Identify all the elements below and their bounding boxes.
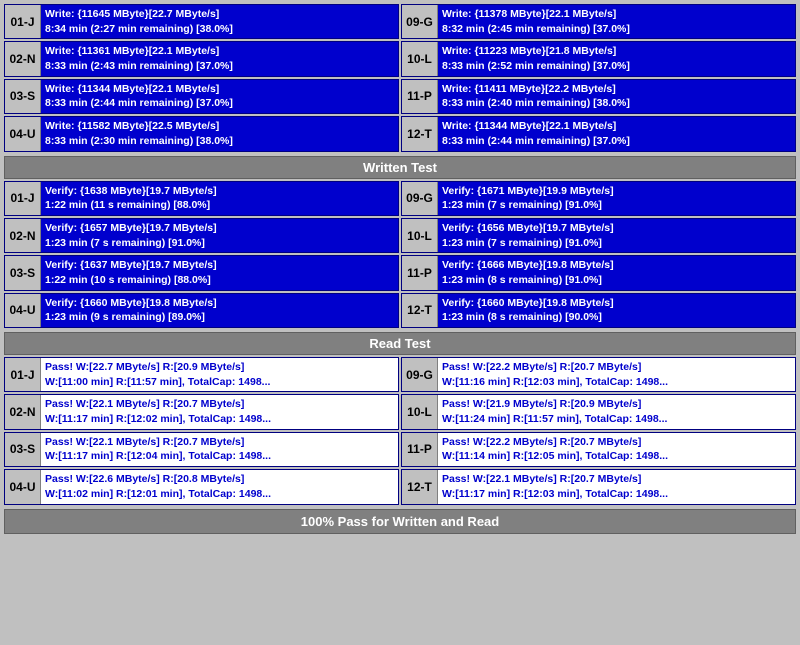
pass-cell-04u: 04-U Pass! W:[22.6 MByte/s] R:[20.8 MByt… (4, 469, 399, 504)
write-grid: 01-J Write: {11645 MByte}[22.7 MByte/s]8… (4, 4, 796, 152)
pass-label: 12-T (402, 470, 438, 503)
pass-label: 01-J (5, 358, 41, 391)
pass-cell-03s: 03-S Pass! W:[22.1 MByte/s] R:[20.7 MByt… (4, 432, 399, 467)
device-info: Verify: {1666 MByte}[19.8 MByte/s]1:23 m… (438, 256, 795, 289)
device-cell-03s: 03-S Write: {11344 MByte}[22.1 MByte/s]8… (4, 79, 399, 114)
pass-info: Pass! W:[21.9 MByte/s] R:[20.9 MByte/s]W… (438, 395, 795, 428)
pass-info: Pass! W:[22.6 MByte/s] R:[20.8 MByte/s]W… (41, 470, 398, 503)
device-cell-10l: 10-L Verify: {1656 MByte}[19.7 MByte/s]1… (401, 218, 796, 253)
pass-info: Pass! W:[22.2 MByte/s] R:[20.7 MByte/s]W… (438, 358, 795, 391)
device-cell-02n: 02-N Verify: {1657 MByte}[19.7 MByte/s]1… (4, 218, 399, 253)
pass-cell-10l: 10-L Pass! W:[21.9 MByte/s] R:[20.9 MByt… (401, 394, 796, 429)
pass-info: Pass! W:[22.2 MByte/s] R:[20.7 MByte/s]W… (438, 433, 795, 466)
device-cell-12t: 12-T Verify: {1660 MByte}[19.8 MByte/s]1… (401, 293, 796, 328)
device-label: 11-P (402, 80, 438, 113)
verify-grid: 01-J Verify: {1638 MByte}[19.7 MByte/s]1… (4, 181, 796, 329)
pass-label: 02-N (5, 395, 41, 428)
read-section: 01-J Pass! W:[22.7 MByte/s] R:[20.9 MByt… (4, 357, 796, 505)
written-test-label: Written Test (4, 156, 796, 179)
device-label: 02-N (5, 219, 41, 252)
device-cell-09g: 09-G Write: {11378 MByte}[22.1 MByte/s]8… (401, 4, 796, 39)
device-cell-04u: 04-U Write: {11582 MByte}[22.5 MByte/s]8… (4, 116, 399, 151)
device-label: 03-S (5, 256, 41, 289)
pass-info: Pass! W:[22.1 MByte/s] R:[20.7 MByte/s]W… (41, 395, 398, 428)
device-cell-09g: 09-G Verify: {1671 MByte}[19.9 MByte/s]1… (401, 181, 796, 216)
device-info: Verify: {1656 MByte}[19.7 MByte/s]1:23 m… (438, 219, 795, 252)
device-info: Verify: {1657 MByte}[19.7 MByte/s]1:23 m… (41, 219, 398, 252)
pass-label: 10-L (402, 395, 438, 428)
device-cell-10l: 10-L Write: {11223 MByte}[21.8 MByte/s]8… (401, 41, 796, 76)
write-section: 01-J Write: {11645 MByte}[22.7 MByte/s]8… (4, 4, 796, 152)
device-cell-02n: 02-N Write: {11361 MByte}[22.1 MByte/s]8… (4, 41, 399, 76)
device-info: Verify: {1660 MByte}[19.8 MByte/s]1:23 m… (41, 294, 398, 327)
device-label: 10-L (402, 219, 438, 252)
device-cell-11p: 11-P Verify: {1666 MByte}[19.8 MByte/s]1… (401, 255, 796, 290)
pass-cell-12t: 12-T Pass! W:[22.1 MByte/s] R:[20.7 MByt… (401, 469, 796, 504)
device-info: Write: {11223 MByte}[21.8 MByte/s]8:33 m… (438, 42, 795, 75)
device-info: Write: {11645 MByte}[22.7 MByte/s]8:34 m… (41, 5, 398, 38)
pass-info: Pass! W:[22.1 MByte/s] R:[20.7 MByte/s]W… (438, 470, 795, 503)
device-cell-12t: 12-T Write: {11344 MByte}[22.1 MByte/s]8… (401, 116, 796, 151)
device-info: Write: {11411 MByte}[22.2 MByte/s]8:33 m… (438, 80, 795, 113)
device-label: 11-P (402, 256, 438, 289)
read-test-label: Read Test (4, 332, 796, 355)
verify-section: 01-J Verify: {1638 MByte}[19.7 MByte/s]1… (4, 181, 796, 329)
device-label: 10-L (402, 42, 438, 75)
pass-cell-11p: 11-P Pass! W:[22.2 MByte/s] R:[20.7 MByt… (401, 432, 796, 467)
pass-cell-09g: 09-G Pass! W:[22.2 MByte/s] R:[20.7 MByt… (401, 357, 796, 392)
pass-label: 03-S (5, 433, 41, 466)
pass-label: 09-G (402, 358, 438, 391)
final-status: 100% Pass for Written and Read (4, 509, 796, 534)
main-container: 01-J Write: {11645 MByte}[22.7 MByte/s]8… (0, 0, 800, 538)
device-info: Write: {11582 MByte}[22.5 MByte/s]8:33 m… (41, 117, 398, 150)
device-cell-11p: 11-P Write: {11411 MByte}[22.2 MByte/s]8… (401, 79, 796, 114)
device-info: Write: {11378 MByte}[22.1 MByte/s]8:32 m… (438, 5, 795, 38)
device-label: 01-J (5, 5, 41, 38)
pass-info: Pass! W:[22.7 MByte/s] R:[20.9 MByte/s]W… (41, 358, 398, 391)
device-label: 04-U (5, 117, 41, 150)
device-info: Verify: {1660 MByte}[19.8 MByte/s]1:23 m… (438, 294, 795, 327)
device-cell-03s: 03-S Verify: {1637 MByte}[19.7 MByte/s]1… (4, 255, 399, 290)
device-info: Verify: {1638 MByte}[19.7 MByte/s]1:22 m… (41, 182, 398, 215)
device-label: 01-J (5, 182, 41, 215)
device-label: 12-T (402, 117, 438, 150)
device-label: 09-G (402, 182, 438, 215)
device-label: 04-U (5, 294, 41, 327)
pass-label: 11-P (402, 433, 438, 466)
pass-cell-02n: 02-N Pass! W:[22.1 MByte/s] R:[20.7 MByt… (4, 394, 399, 429)
device-info: Verify: {1671 MByte}[19.9 MByte/s]1:23 m… (438, 182, 795, 215)
device-label: 02-N (5, 42, 41, 75)
device-cell-01j: 01-J Write: {11645 MByte}[22.7 MByte/s]8… (4, 4, 399, 39)
read-grid: 01-J Pass! W:[22.7 MByte/s] R:[20.9 MByt… (4, 357, 796, 505)
pass-label: 04-U (5, 470, 41, 503)
device-info: Write: {11361 MByte}[22.1 MByte/s]8:33 m… (41, 42, 398, 75)
device-label: 12-T (402, 294, 438, 327)
device-info: Write: {11344 MByte}[22.1 MByte/s]8:33 m… (41, 80, 398, 113)
pass-cell-01j: 01-J Pass! W:[22.7 MByte/s] R:[20.9 MByt… (4, 357, 399, 392)
device-info: Write: {11344 MByte}[22.1 MByte/s]8:33 m… (438, 117, 795, 150)
device-cell-04u: 04-U Verify: {1660 MByte}[19.8 MByte/s]1… (4, 293, 399, 328)
pass-info: Pass! W:[22.1 MByte/s] R:[20.7 MByte/s]W… (41, 433, 398, 466)
device-info: Verify: {1637 MByte}[19.7 MByte/s]1:22 m… (41, 256, 398, 289)
device-label: 09-G (402, 5, 438, 38)
device-cell-01j: 01-J Verify: {1638 MByte}[19.7 MByte/s]1… (4, 181, 399, 216)
device-label: 03-S (5, 80, 41, 113)
